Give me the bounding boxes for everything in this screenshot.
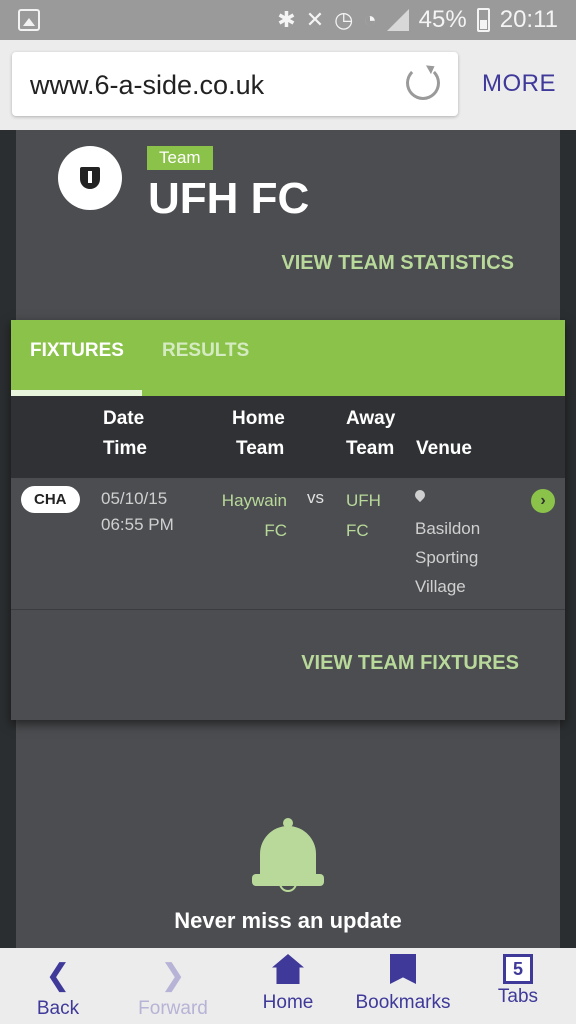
update-heading: Never miss an update bbox=[174, 908, 402, 933]
fixture-time: 06:55 PM bbox=[101, 515, 174, 534]
alarm-icon: ◷ bbox=[334, 7, 354, 32]
tabs-label: Tabs bbox=[497, 986, 539, 1007]
header-date: Date bbox=[103, 408, 145, 429]
fixture-datetime: 05/10/15 06:55 PM bbox=[101, 486, 174, 538]
vs-label: vs bbox=[307, 488, 324, 507]
header-home-team: Team bbox=[236, 438, 285, 459]
reload-icon[interactable] bbox=[406, 66, 440, 100]
bookmarks-button[interactable]: Bookmarks bbox=[350, 948, 456, 1024]
clock: 20:11 bbox=[499, 6, 558, 33]
fixtures-tabs: FIXTURES RESULTS bbox=[11, 320, 565, 396]
bookmarks-label: Bookmarks bbox=[355, 992, 451, 1013]
venue-line2: Sporting bbox=[415, 548, 479, 567]
team-badge bbox=[58, 146, 122, 210]
chevron-right-icon: ❯ bbox=[160, 959, 186, 992]
team-tag: Team bbox=[147, 146, 213, 170]
header-home: Home bbox=[232, 408, 285, 429]
home-team[interactable]: Haywain FC bbox=[209, 486, 287, 546]
tab-fixtures[interactable]: FIXTURES bbox=[30, 340, 124, 362]
view-team-statistics-link[interactable]: VIEW TEAM STATISTICS bbox=[281, 252, 514, 275]
url-text: www.6-a-side.co.uk bbox=[30, 70, 265, 100]
venue-line3: Village bbox=[415, 577, 466, 596]
home-icon bbox=[272, 954, 304, 984]
browser-toolbar: www.6-a-side.co.uk MORE bbox=[0, 40, 576, 130]
bookmark-icon bbox=[390, 954, 416, 984]
away-team[interactable]: UFH FC bbox=[346, 486, 381, 546]
fixtures-card: FIXTURES RESULTS Date Time Home Team Awa… bbox=[11, 320, 565, 720]
signal-icon bbox=[386, 9, 409, 31]
back-label: Back bbox=[36, 998, 80, 1019]
header-time: Time bbox=[103, 438, 148, 459]
status-bar: ✱ ✕ ◷ ◔ 45% 20:11 bbox=[0, 0, 576, 40]
fixtures-table-header: Date Time Home Team Away Team Venue bbox=[11, 396, 565, 478]
tabs-button[interactable]: 5 Tabs bbox=[486, 948, 550, 1024]
tabs-icon: 5 bbox=[503, 954, 533, 984]
battery-percent: 45% bbox=[418, 6, 467, 33]
forward-button[interactable]: ❯ Forward bbox=[130, 948, 216, 1024]
away-team-line1: UFH bbox=[346, 491, 381, 510]
table-row[interactable]: CHA 05/10/15 06:55 PM Haywain FC vs UFH … bbox=[11, 478, 565, 610]
more-button[interactable]: MORE bbox=[482, 70, 556, 98]
header-away: Away bbox=[346, 408, 396, 429]
team-name: UFH FC bbox=[148, 174, 310, 223]
bell-icon bbox=[252, 816, 324, 896]
home-team-line1: Haywain bbox=[221, 491, 287, 510]
forward-label: Forward bbox=[138, 998, 208, 1019]
view-team-fixtures-link[interactable]: VIEW TEAM FIXTURES bbox=[301, 652, 519, 675]
header-away-team: Team bbox=[346, 438, 395, 459]
mute-icon: ✕ bbox=[305, 7, 325, 32]
shield-icon bbox=[80, 167, 100, 189]
home-label: Home bbox=[262, 992, 314, 1013]
venue-line1: Basildon bbox=[415, 519, 481, 538]
status-icons: ✱ ✕ ◷ ◔ 45% 20:11 bbox=[277, 0, 558, 40]
update-card: Never miss an update bbox=[16, 786, 560, 948]
competition-badge: CHA bbox=[21, 486, 80, 513]
home-button[interactable]: Home bbox=[252, 948, 324, 1024]
back-button[interactable]: ❮ Back bbox=[22, 948, 94, 1024]
battery-icon bbox=[476, 8, 490, 32]
page-content: Team UFH FC VIEW TEAM STATISTICS FIXTURE… bbox=[0, 130, 576, 948]
chevron-left-icon: ❮ bbox=[45, 959, 71, 992]
browser-bottom-nav: ❮ Back ❯ Forward Home Bookmarks 5 Tabs bbox=[0, 948, 576, 1024]
fixture-date: 05/10/15 bbox=[101, 489, 168, 508]
header-venue: Venue bbox=[416, 438, 472, 459]
home-team-line2: FC bbox=[264, 521, 287, 540]
tab-results[interactable]: RESULTS bbox=[162, 340, 249, 362]
venue: Basildon Sporting Village bbox=[415, 514, 480, 601]
chevron-right-icon[interactable]: › bbox=[531, 489, 555, 513]
bluetooth-icon: ✱ bbox=[277, 7, 296, 32]
gallery-notification-icon bbox=[18, 9, 40, 31]
wifi-icon: ◔ bbox=[363, 7, 377, 32]
away-team-line2: FC bbox=[346, 521, 369, 540]
location-pin-icon bbox=[412, 487, 428, 503]
url-field[interactable]: www.6-a-side.co.uk bbox=[12, 52, 458, 116]
